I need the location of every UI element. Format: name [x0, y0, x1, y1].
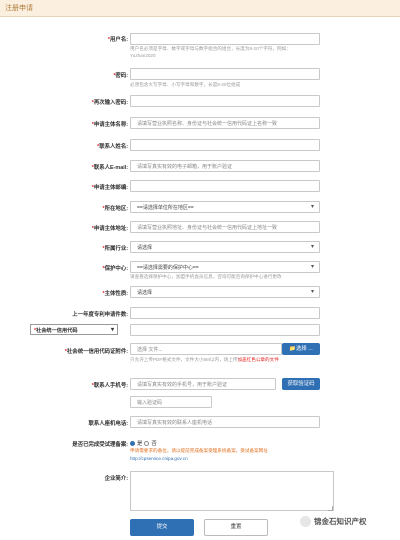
credit-attachment-hint-emphasis: 加盖红色公章的文件: [237, 357, 279, 362]
entity-type-select-value: 请选择: [137, 290, 153, 296]
contact-phone-placeholder: 请填写真实有效的手机号，用于账户验证: [137, 382, 228, 388]
address-placeholder: 请填写营业执照地址、身份证与社会统一信用代码证上地址一致: [137, 225, 278, 231]
entity-type-label: *主体性质:: [102, 291, 128, 297]
credit-attachment-label: *社会统一信用代码证附件:: [64, 349, 128, 355]
page-header: 注册申请: [0, 0, 400, 17]
registered-trust-label: 是否已完成受试理备案:: [72, 442, 128, 448]
radio-no[interactable]: [144, 440, 150, 446]
password-label: *密码:: [113, 73, 128, 79]
username-input[interactable]: [130, 33, 320, 45]
get-verification-code-button[interactable]: 获取验证码: [282, 378, 320, 390]
credit-attachment-hint: 只允许上传PDF格式文件，文件大小5M以内，请上传加盖红色公章的文件: [130, 357, 279, 362]
entity-type-select[interactable]: [130, 286, 320, 298]
resize-handle-icon[interactable]: [328, 506, 333, 511]
protection-center-hint: 请查看选择保护中心，加盟手机会员信息，咨询可能咨询保护中心进行更改: [130, 274, 282, 279]
username-hint-example: Yuzhan2020: [130, 53, 156, 58]
radio-no-label: 否: [151, 441, 157, 447]
reset-button[interactable]: 重置: [204, 519, 268, 536]
postal-code-input[interactable]: [130, 180, 320, 192]
submit-button[interactable]: 提交: [130, 519, 194, 536]
credit-code-type-select[interactable]: *社会统一信用代码 ▾: [30, 324, 118, 335]
prior-patents-input[interactable]: [130, 307, 320, 319]
choose-file-button[interactable]: 📁选择 ...: [282, 343, 320, 355]
username-hint: 用户名必须是字母、数字或字母与数字组合的组合，长度为8-20个字符，例如：: [130, 46, 291, 51]
address-label: *申请主体地址:: [91, 226, 128, 232]
region-select-value: ==请选择单位所在地区==: [137, 205, 194, 211]
registered-trust-radio-group: 是 否: [130, 439, 157, 447]
postal-code-label: *申请主体邮编:: [91, 185, 128, 191]
industry-select[interactable]: [130, 241, 320, 253]
watermark: 锦金石知识产权: [300, 516, 367, 527]
confirm-password-label: *再次输入密码:: [91, 100, 128, 106]
industry-select-value: 请选择: [137, 245, 153, 251]
verification-code-placeholder: 输入验证码: [137, 400, 163, 406]
registered-trust-link[interactable]: http://cpservice.cnipa.gov.cn: [130, 455, 188, 462]
credit-attachment-placeholder: 选择 文件...: [137, 347, 163, 353]
wechat-logo-icon: [300, 516, 311, 527]
contact-phone-label: *联系人手机号:: [91, 383, 128, 389]
protection-center-label: *保护中心:: [102, 266, 128, 272]
watermark-text: 锦金石知识产权: [314, 517, 367, 526]
password-hint: 必须包含大写字母、小写字母和数字，长度8-20位组成: [130, 82, 241, 87]
contact-name-input[interactable]: [130, 139, 320, 151]
region-label: *所在地区:: [102, 206, 128, 212]
confirm-password-input[interactable]: [130, 95, 320, 107]
chevron-down-icon: ▾: [311, 204, 315, 210]
applicant-name-label: *申请主体名称:: [91, 122, 128, 128]
username-label: *用户名:: [107, 37, 128, 43]
intro-textarea[interactable]: [130, 471, 334, 511]
page-title: 注册申请: [5, 5, 33, 12]
radio-yes-label: 是: [137, 441, 143, 447]
chevron-down-icon: ▾: [311, 289, 315, 295]
landline-placeholder: 请填写真实有效的联系人座机电话: [137, 420, 213, 426]
protection-center-select-value: ==请选择需要的保护中心==: [137, 265, 199, 271]
intro-label: 企业简介:: [104, 476, 128, 482]
landline-label: 联系人座机电话:: [88, 421, 128, 427]
contact-name-label: *联系人姓名:: [97, 144, 128, 150]
chevron-down-icon: ▾: [110, 327, 114, 333]
password-input[interactable]: [130, 68, 320, 80]
chevron-down-icon: ▾: [311, 264, 315, 270]
prior-patents-label: 上一年度专利申请件数:: [72, 312, 128, 318]
industry-label: *所属行业:: [102, 246, 128, 252]
applicant-name-placeholder: 请填写营业执照名称、身份证与社会统一信用代码证上名称一致: [137, 121, 278, 127]
credit-code-input[interactable]: [130, 324, 320, 336]
contact-email-label: *联系人E-mail:: [91, 165, 128, 171]
credit-code-type-value: 社会统一信用代码: [36, 328, 78, 334]
radio-yes[interactable]: [130, 440, 135, 446]
chevron-down-icon: ▾: [311, 244, 315, 250]
contact-email-placeholder: 请填写真实有效的电子邮箱，用于账户验证: [137, 164, 233, 170]
folder-icon: 📁: [289, 346, 296, 352]
registered-trust-note: 申请需要求的备位，请以提前完成备案受理系统备案，受试备案网址: [130, 448, 268, 453]
